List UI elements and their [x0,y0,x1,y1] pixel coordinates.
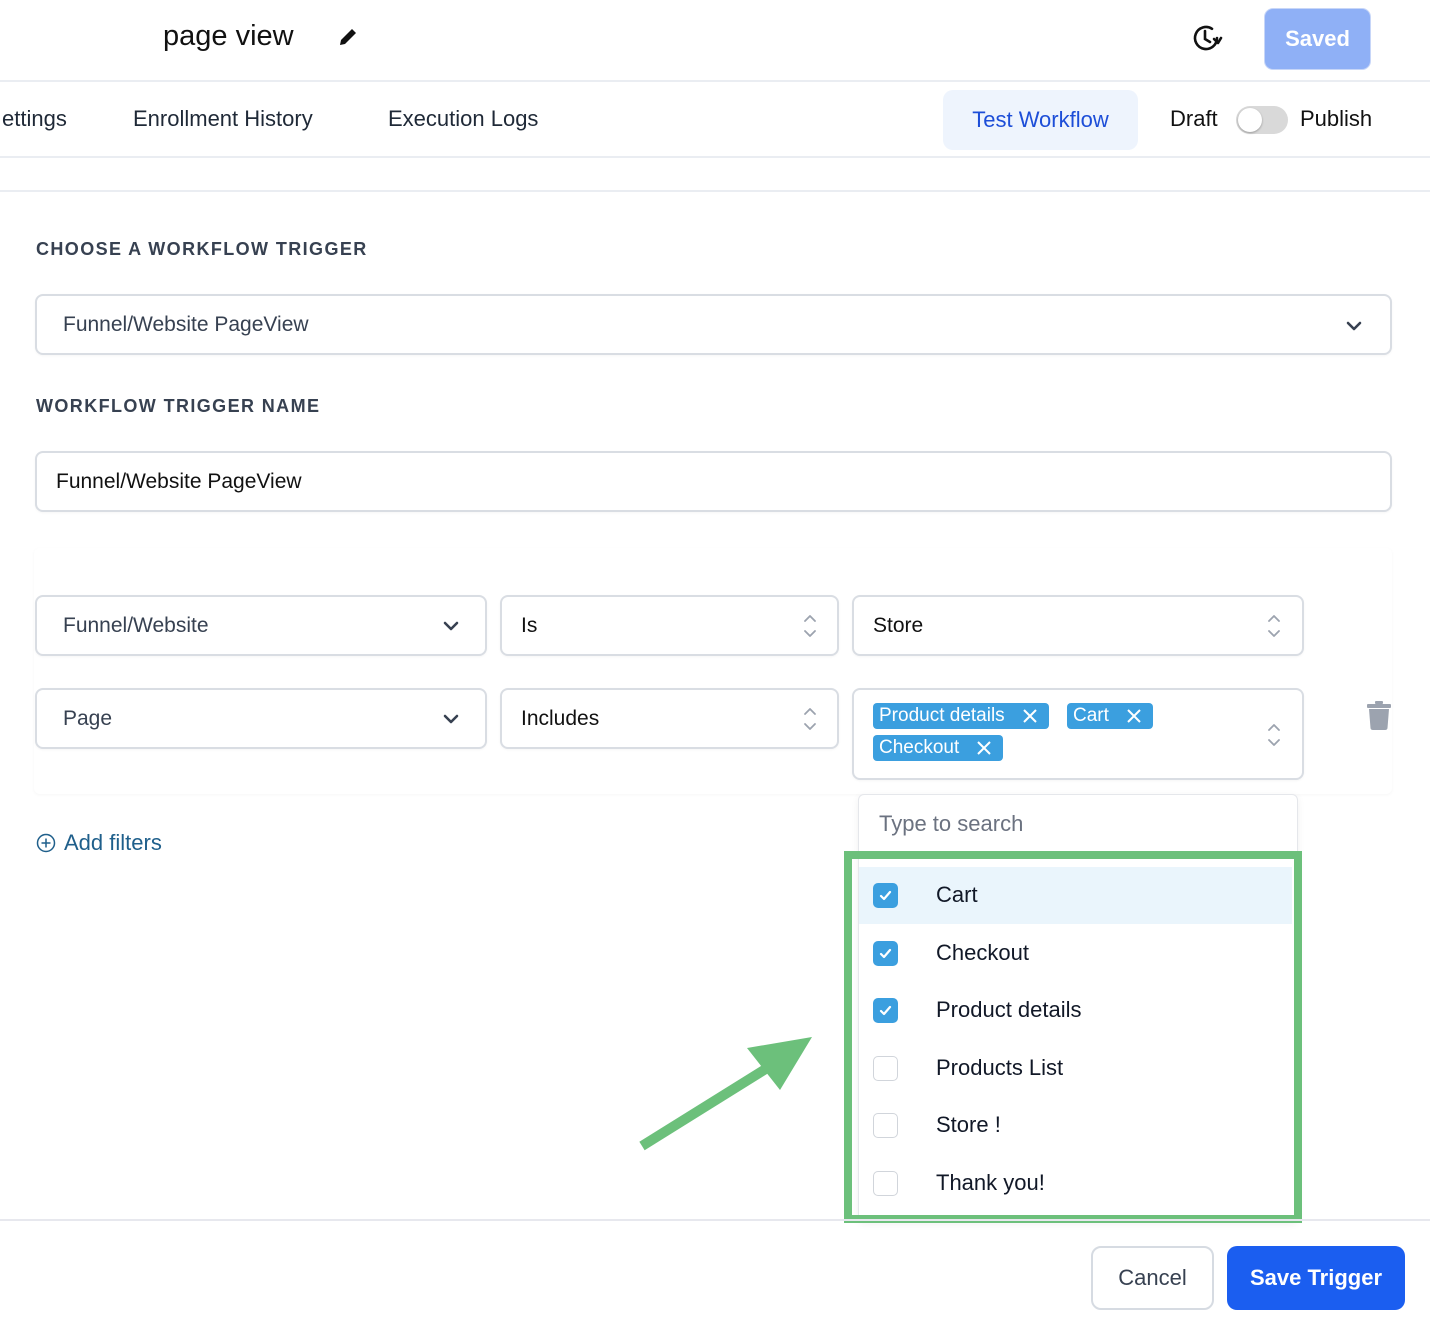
dropdown-option[interactable]: Cart [859,867,1292,924]
search-input[interactable] [879,811,1279,837]
footer-divider [0,1219,1430,1221]
check-icon [879,948,892,958]
history-clock-icon[interactable] [1190,21,1224,55]
add-filters-button[interactable]: Add filters [36,830,162,856]
filter-field-select[interactable]: Funnel/Website [35,595,487,656]
dropdown-option[interactable]: Product details [859,982,1292,1039]
option-label: Cart [936,882,978,907]
check-icon [879,1006,892,1016]
save-trigger-button[interactable]: Save Trigger [1227,1246,1405,1310]
tag-label: Checkout [879,737,960,758]
dropdown-option[interactable]: Thank you! [859,1155,1292,1212]
filter-field-value: Funnel/Website [63,614,209,637]
trigger-name-input[interactable]: Funnel/Website PageView [35,451,1392,512]
checkbox-checked[interactable] [873,998,898,1024]
content-divider [0,190,1430,192]
filter-field-value: Page [63,707,113,730]
tab-execution-logs[interactable]: Execution Logs [388,100,538,138]
option-label: Thank you! [936,1170,1045,1195]
checkbox-checked[interactable] [873,940,898,966]
dropdown-option[interactable]: Products List [859,1040,1292,1097]
tabs-divider [0,156,1430,158]
sort-updown-icon [804,615,816,637]
tag-label: Cart [1073,705,1109,726]
trigger-select-value: Funnel/Website PageView [63,313,309,336]
add-filters-label: Add filters [64,830,162,855]
chevron-down-icon [1346,321,1362,331]
selected-tag: Product details [873,703,1049,729]
publish-toggle[interactable] [1236,106,1288,134]
option-label: Products List [936,1054,1064,1080]
option-label: Store ! [936,1112,1001,1138]
remove-tag-icon[interactable] [1021,707,1039,725]
sort-updown-icon [1268,615,1280,637]
publish-label: Publish [1300,106,1373,131]
option-label: Product details [936,997,1082,1023]
remove-tag-icon[interactable] [1125,707,1143,725]
filter-value-multiselect[interactable]: Product details Cart Checkout [852,688,1304,780]
chevron-down-icon [443,714,459,724]
selected-tag: Cart [1067,703,1153,729]
filter-field-select[interactable]: Page [35,688,487,749]
check-icon [879,890,892,901]
remove-tag-icon[interactable] [975,739,993,757]
sort-updown-icon [1268,724,1280,746]
filter-value-select[interactable]: Store [852,595,1304,656]
workflow-title: page view [163,20,294,52]
draft-label: Draft [1170,106,1218,131]
checkbox-unchecked[interactable] [873,1113,898,1139]
test-workflow-button[interactable]: Test Workflow [943,90,1138,150]
trigger-name-label: WORKFLOW TRIGGER NAME [36,396,321,416]
cancel-button[interactable]: Cancel [1091,1246,1214,1310]
dropdown-option[interactable]: Store ! [859,1097,1292,1154]
pencil-icon[interactable] [336,25,360,49]
sort-updown-icon [804,708,816,730]
checkbox-unchecked[interactable] [873,1171,898,1196]
annotation-arrow-icon [639,1037,812,1151]
plus-circle-icon [36,833,56,853]
filter-operator-value: Is [521,614,538,637]
trigger-name-value: Funnel/Website PageView [56,470,302,493]
tab-settings[interactable]: ettings [2,100,67,138]
chevron-down-icon [443,621,459,631]
trigger-select[interactable]: Funnel/Website PageView [35,294,1392,355]
header-divider [0,80,1430,82]
dropdown-option[interactable]: Checkout [859,925,1292,982]
filter-operator-value: Includes [521,707,600,730]
filter-operator-select[interactable]: Is [500,595,839,656]
trash-icon[interactable] [1366,700,1392,730]
choose-trigger-label: CHOOSE A WORKFLOW TRIGGER [36,239,368,259]
checkbox-unchecked[interactable] [873,1055,898,1081]
option-label: Checkout [936,939,1029,965]
options-dropdown: Cart Checkout Product details Products List… [858,794,1298,1222]
checkbox-checked[interactable] [873,883,898,908]
tab-enrollment-history[interactable]: Enrollment History [133,100,313,138]
tag-label: Product details [879,705,1005,726]
filter-value-text: Store [873,614,924,637]
toggle-knob [1238,108,1262,132]
saved-button[interactable]: Saved [1264,8,1371,70]
selected-tag: Checkout [873,735,1004,761]
filter-operator-select[interactable]: Includes [500,688,839,749]
